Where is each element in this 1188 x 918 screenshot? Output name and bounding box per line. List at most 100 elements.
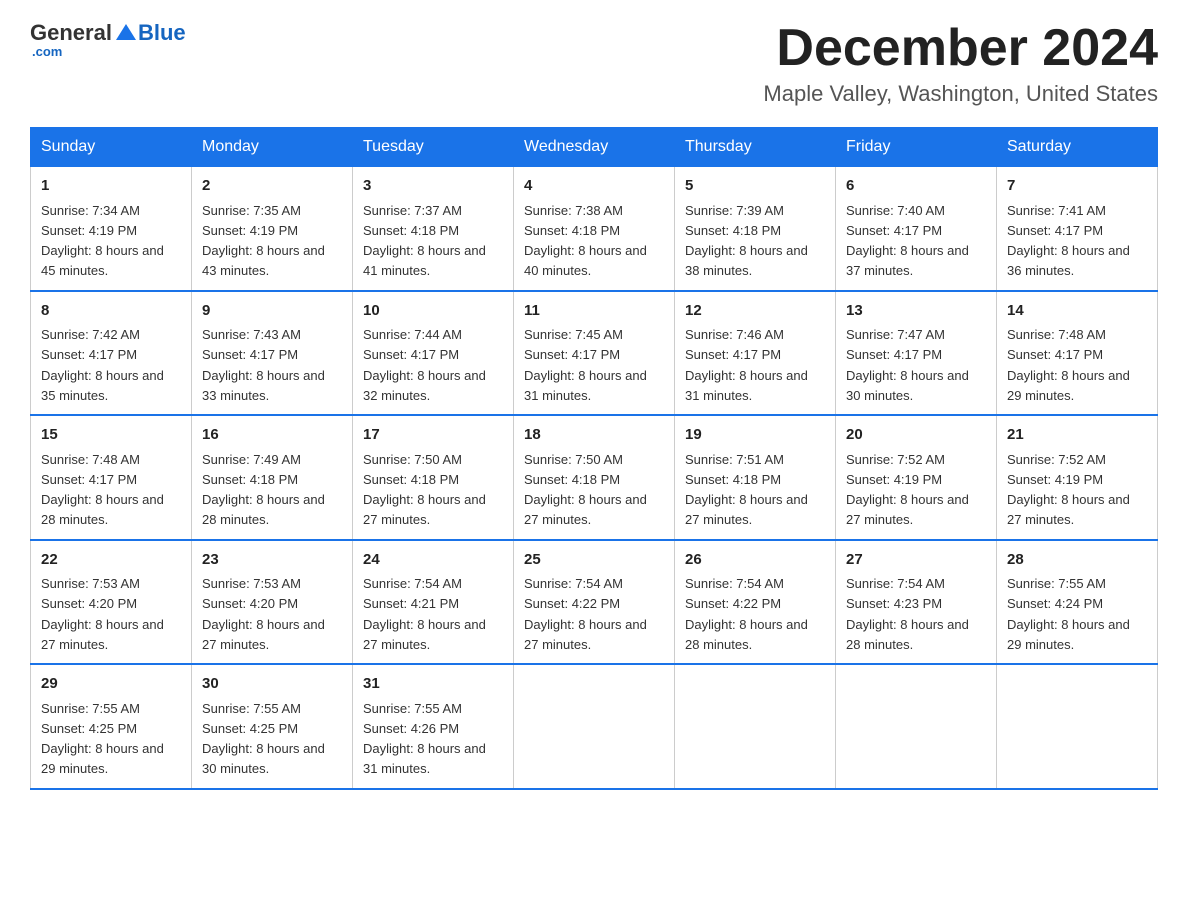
- day-info: Sunrise: 7:43 AMSunset: 4:17 PMDaylight:…: [202, 327, 325, 403]
- day-info: Sunrise: 7:52 AMSunset: 4:19 PMDaylight:…: [846, 452, 969, 528]
- day-info: Sunrise: 7:39 AMSunset: 4:18 PMDaylight:…: [685, 203, 808, 279]
- col-wednesday: Wednesday: [514, 128, 675, 167]
- day-number: 10: [363, 300, 503, 323]
- col-tuesday: Tuesday: [353, 128, 514, 167]
- col-saturday: Saturday: [997, 128, 1158, 167]
- day-info: Sunrise: 7:52 AMSunset: 4:19 PMDaylight:…: [1007, 452, 1130, 528]
- day-info: Sunrise: 7:53 AMSunset: 4:20 PMDaylight:…: [202, 576, 325, 652]
- table-row: 26 Sunrise: 7:54 AMSunset: 4:22 PMDaylig…: [675, 540, 836, 665]
- day-info: Sunrise: 7:50 AMSunset: 4:18 PMDaylight:…: [524, 452, 647, 528]
- table-row: 16 Sunrise: 7:49 AMSunset: 4:18 PMDaylig…: [192, 415, 353, 540]
- day-info: Sunrise: 7:35 AMSunset: 4:19 PMDaylight:…: [202, 203, 325, 279]
- day-number: 29: [41, 673, 181, 696]
- title-area: December 2024 Maple Valley, Washington, …: [763, 20, 1158, 107]
- day-number: 12: [685, 300, 825, 323]
- day-info: Sunrise: 7:46 AMSunset: 4:17 PMDaylight:…: [685, 327, 808, 403]
- table-row: 20 Sunrise: 7:52 AMSunset: 4:19 PMDaylig…: [836, 415, 997, 540]
- logo-general: General: [30, 20, 112, 46]
- day-info: Sunrise: 7:41 AMSunset: 4:17 PMDaylight:…: [1007, 203, 1130, 279]
- table-row: 7 Sunrise: 7:41 AMSunset: 4:17 PMDayligh…: [997, 167, 1158, 291]
- table-row: 30 Sunrise: 7:55 AMSunset: 4:25 PMDaylig…: [192, 664, 353, 789]
- table-row: [836, 664, 997, 789]
- day-number: 15: [41, 424, 181, 447]
- table-row: [514, 664, 675, 789]
- day-number: 8: [41, 300, 181, 323]
- logo: General Blue .com: [30, 20, 186, 59]
- day-number: 17: [363, 424, 503, 447]
- day-number: 1: [41, 175, 181, 198]
- day-info: Sunrise: 7:42 AMSunset: 4:17 PMDaylight:…: [41, 327, 164, 403]
- week-row-2: 8 Sunrise: 7:42 AMSunset: 4:17 PMDayligh…: [31, 291, 1158, 416]
- week-row-5: 29 Sunrise: 7:55 AMSunset: 4:25 PMDaylig…: [31, 664, 1158, 789]
- month-title: December 2024: [763, 20, 1158, 77]
- table-row: 5 Sunrise: 7:39 AMSunset: 4:18 PMDayligh…: [675, 167, 836, 291]
- day-number: 13: [846, 300, 986, 323]
- day-info: Sunrise: 7:50 AMSunset: 4:18 PMDaylight:…: [363, 452, 486, 528]
- day-number: 16: [202, 424, 342, 447]
- day-info: Sunrise: 7:55 AMSunset: 4:25 PMDaylight:…: [41, 701, 164, 777]
- day-number: 14: [1007, 300, 1147, 323]
- logo-text: General Blue: [30, 20, 186, 46]
- day-info: Sunrise: 7:54 AMSunset: 4:22 PMDaylight:…: [524, 576, 647, 652]
- day-number: 9: [202, 300, 342, 323]
- day-info: Sunrise: 7:49 AMSunset: 4:18 PMDaylight:…: [202, 452, 325, 528]
- day-number: 3: [363, 175, 503, 198]
- table-row: 6 Sunrise: 7:40 AMSunset: 4:17 PMDayligh…: [836, 167, 997, 291]
- week-row-4: 22 Sunrise: 7:53 AMSunset: 4:20 PMDaylig…: [31, 540, 1158, 665]
- col-friday: Friday: [836, 128, 997, 167]
- table-row: 2 Sunrise: 7:35 AMSunset: 4:19 PMDayligh…: [192, 167, 353, 291]
- table-row: 1 Sunrise: 7:34 AMSunset: 4:19 PMDayligh…: [31, 167, 192, 291]
- day-info: Sunrise: 7:54 AMSunset: 4:21 PMDaylight:…: [363, 576, 486, 652]
- day-info: Sunrise: 7:48 AMSunset: 4:17 PMDaylight:…: [1007, 327, 1130, 403]
- table-row: 9 Sunrise: 7:43 AMSunset: 4:17 PMDayligh…: [192, 291, 353, 416]
- day-number: 5: [685, 175, 825, 198]
- day-number: 18: [524, 424, 664, 447]
- calendar-table: Sunday Monday Tuesday Wednesday Thursday…: [30, 127, 1158, 790]
- col-monday: Monday: [192, 128, 353, 167]
- day-info: Sunrise: 7:48 AMSunset: 4:17 PMDaylight:…: [41, 452, 164, 528]
- day-number: 30: [202, 673, 342, 696]
- day-number: 21: [1007, 424, 1147, 447]
- day-number: 31: [363, 673, 503, 696]
- table-row: 31 Sunrise: 7:55 AMSunset: 4:26 PMDaylig…: [353, 664, 514, 789]
- table-row: [675, 664, 836, 789]
- day-info: Sunrise: 7:45 AMSunset: 4:17 PMDaylight:…: [524, 327, 647, 403]
- day-info: Sunrise: 7:54 AMSunset: 4:23 PMDaylight:…: [846, 576, 969, 652]
- day-number: 4: [524, 175, 664, 198]
- table-row: 23 Sunrise: 7:53 AMSunset: 4:20 PMDaylig…: [192, 540, 353, 665]
- table-row: 27 Sunrise: 7:54 AMSunset: 4:23 PMDaylig…: [836, 540, 997, 665]
- table-row: 12 Sunrise: 7:46 AMSunset: 4:17 PMDaylig…: [675, 291, 836, 416]
- day-info: Sunrise: 7:55 AMSunset: 4:26 PMDaylight:…: [363, 701, 486, 777]
- day-info: Sunrise: 7:47 AMSunset: 4:17 PMDaylight:…: [846, 327, 969, 403]
- table-row: 17 Sunrise: 7:50 AMSunset: 4:18 PMDaylig…: [353, 415, 514, 540]
- col-thursday: Thursday: [675, 128, 836, 167]
- table-row: 3 Sunrise: 7:37 AMSunset: 4:18 PMDayligh…: [353, 167, 514, 291]
- day-info: Sunrise: 7:54 AMSunset: 4:22 PMDaylight:…: [685, 576, 808, 652]
- day-number: 20: [846, 424, 986, 447]
- table-row: 28 Sunrise: 7:55 AMSunset: 4:24 PMDaylig…: [997, 540, 1158, 665]
- day-number: 11: [524, 300, 664, 323]
- day-number: 7: [1007, 175, 1147, 198]
- day-number: 25: [524, 549, 664, 572]
- day-number: 24: [363, 549, 503, 572]
- table-row: 13 Sunrise: 7:47 AMSunset: 4:17 PMDaylig…: [836, 291, 997, 416]
- week-row-1: 1 Sunrise: 7:34 AMSunset: 4:19 PMDayligh…: [31, 167, 1158, 291]
- day-number: 22: [41, 549, 181, 572]
- table-row: 4 Sunrise: 7:38 AMSunset: 4:18 PMDayligh…: [514, 167, 675, 291]
- day-info: Sunrise: 7:34 AMSunset: 4:19 PMDaylight:…: [41, 203, 164, 279]
- day-number: 26: [685, 549, 825, 572]
- day-number: 2: [202, 175, 342, 198]
- table-row: 15 Sunrise: 7:48 AMSunset: 4:17 PMDaylig…: [31, 415, 192, 540]
- table-row: 8 Sunrise: 7:42 AMSunset: 4:17 PMDayligh…: [31, 291, 192, 416]
- table-row: 19 Sunrise: 7:51 AMSunset: 4:18 PMDaylig…: [675, 415, 836, 540]
- logo-blue-text: Blue: [138, 20, 186, 46]
- table-row: 18 Sunrise: 7:50 AMSunset: 4:18 PMDaylig…: [514, 415, 675, 540]
- day-info: Sunrise: 7:44 AMSunset: 4:17 PMDaylight:…: [363, 327, 486, 403]
- day-number: 27: [846, 549, 986, 572]
- table-row: 22 Sunrise: 7:53 AMSunset: 4:20 PMDaylig…: [31, 540, 192, 665]
- day-number: 28: [1007, 549, 1147, 572]
- day-info: Sunrise: 7:51 AMSunset: 4:18 PMDaylight:…: [685, 452, 808, 528]
- day-number: 6: [846, 175, 986, 198]
- week-row-3: 15 Sunrise: 7:48 AMSunset: 4:17 PMDaylig…: [31, 415, 1158, 540]
- col-sunday: Sunday: [31, 128, 192, 167]
